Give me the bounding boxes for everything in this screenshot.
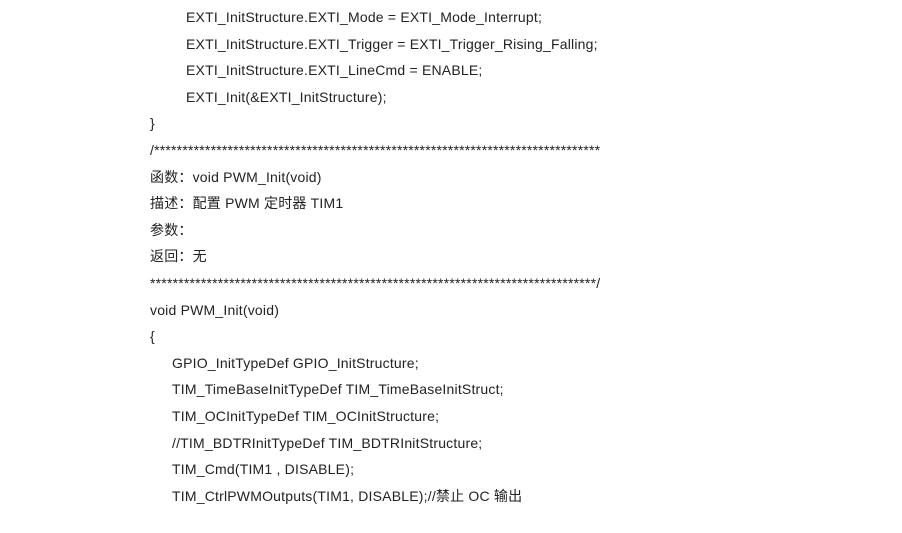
code-line-brace: } [150, 110, 902, 137]
comment-function: 函数：void PWM_Init(void) [150, 164, 902, 191]
code-line: TIM_OCInitTypeDef TIM_OCInitStructure; [150, 403, 902, 430]
code-line-brace: { [150, 323, 902, 350]
code-line: TIM_CtrlPWMOutputs(TIM1, DISABLE);//禁止 O… [150, 483, 902, 510]
comment-block-start: /***************************************… [150, 137, 902, 164]
code-line: EXTI_InitStructure.EXTI_Mode = EXTI_Mode… [150, 4, 902, 31]
code-line: TIM_Cmd(TIM1 , DISABLE); [150, 456, 902, 483]
code-line: EXTI_Init(&EXTI_InitStructure); [150, 84, 902, 111]
code-line: GPIO_InitTypeDef GPIO_InitStructure; [150, 350, 902, 377]
comment-description: 描述：配置 PWM 定时器 TIM1 [150, 190, 902, 217]
comment-return: 返回：无 [150, 243, 902, 270]
code-line: EXTI_InitStructure.EXTI_LineCmd = ENABLE… [150, 57, 902, 84]
comment-block-end: ****************************************… [150, 270, 902, 297]
code-line: TIM_TimeBaseInitTypeDef TIM_TimeBaseInit… [150, 376, 902, 403]
code-line: EXTI_InitStructure.EXTI_Trigger = EXTI_T… [150, 31, 902, 58]
comment-params: 参数： [150, 217, 902, 244]
function-signature: void PWM_Init(void) [150, 297, 902, 324]
code-line: //TIM_BDTRInitTypeDef TIM_BDTRInitStruct… [150, 430, 902, 457]
